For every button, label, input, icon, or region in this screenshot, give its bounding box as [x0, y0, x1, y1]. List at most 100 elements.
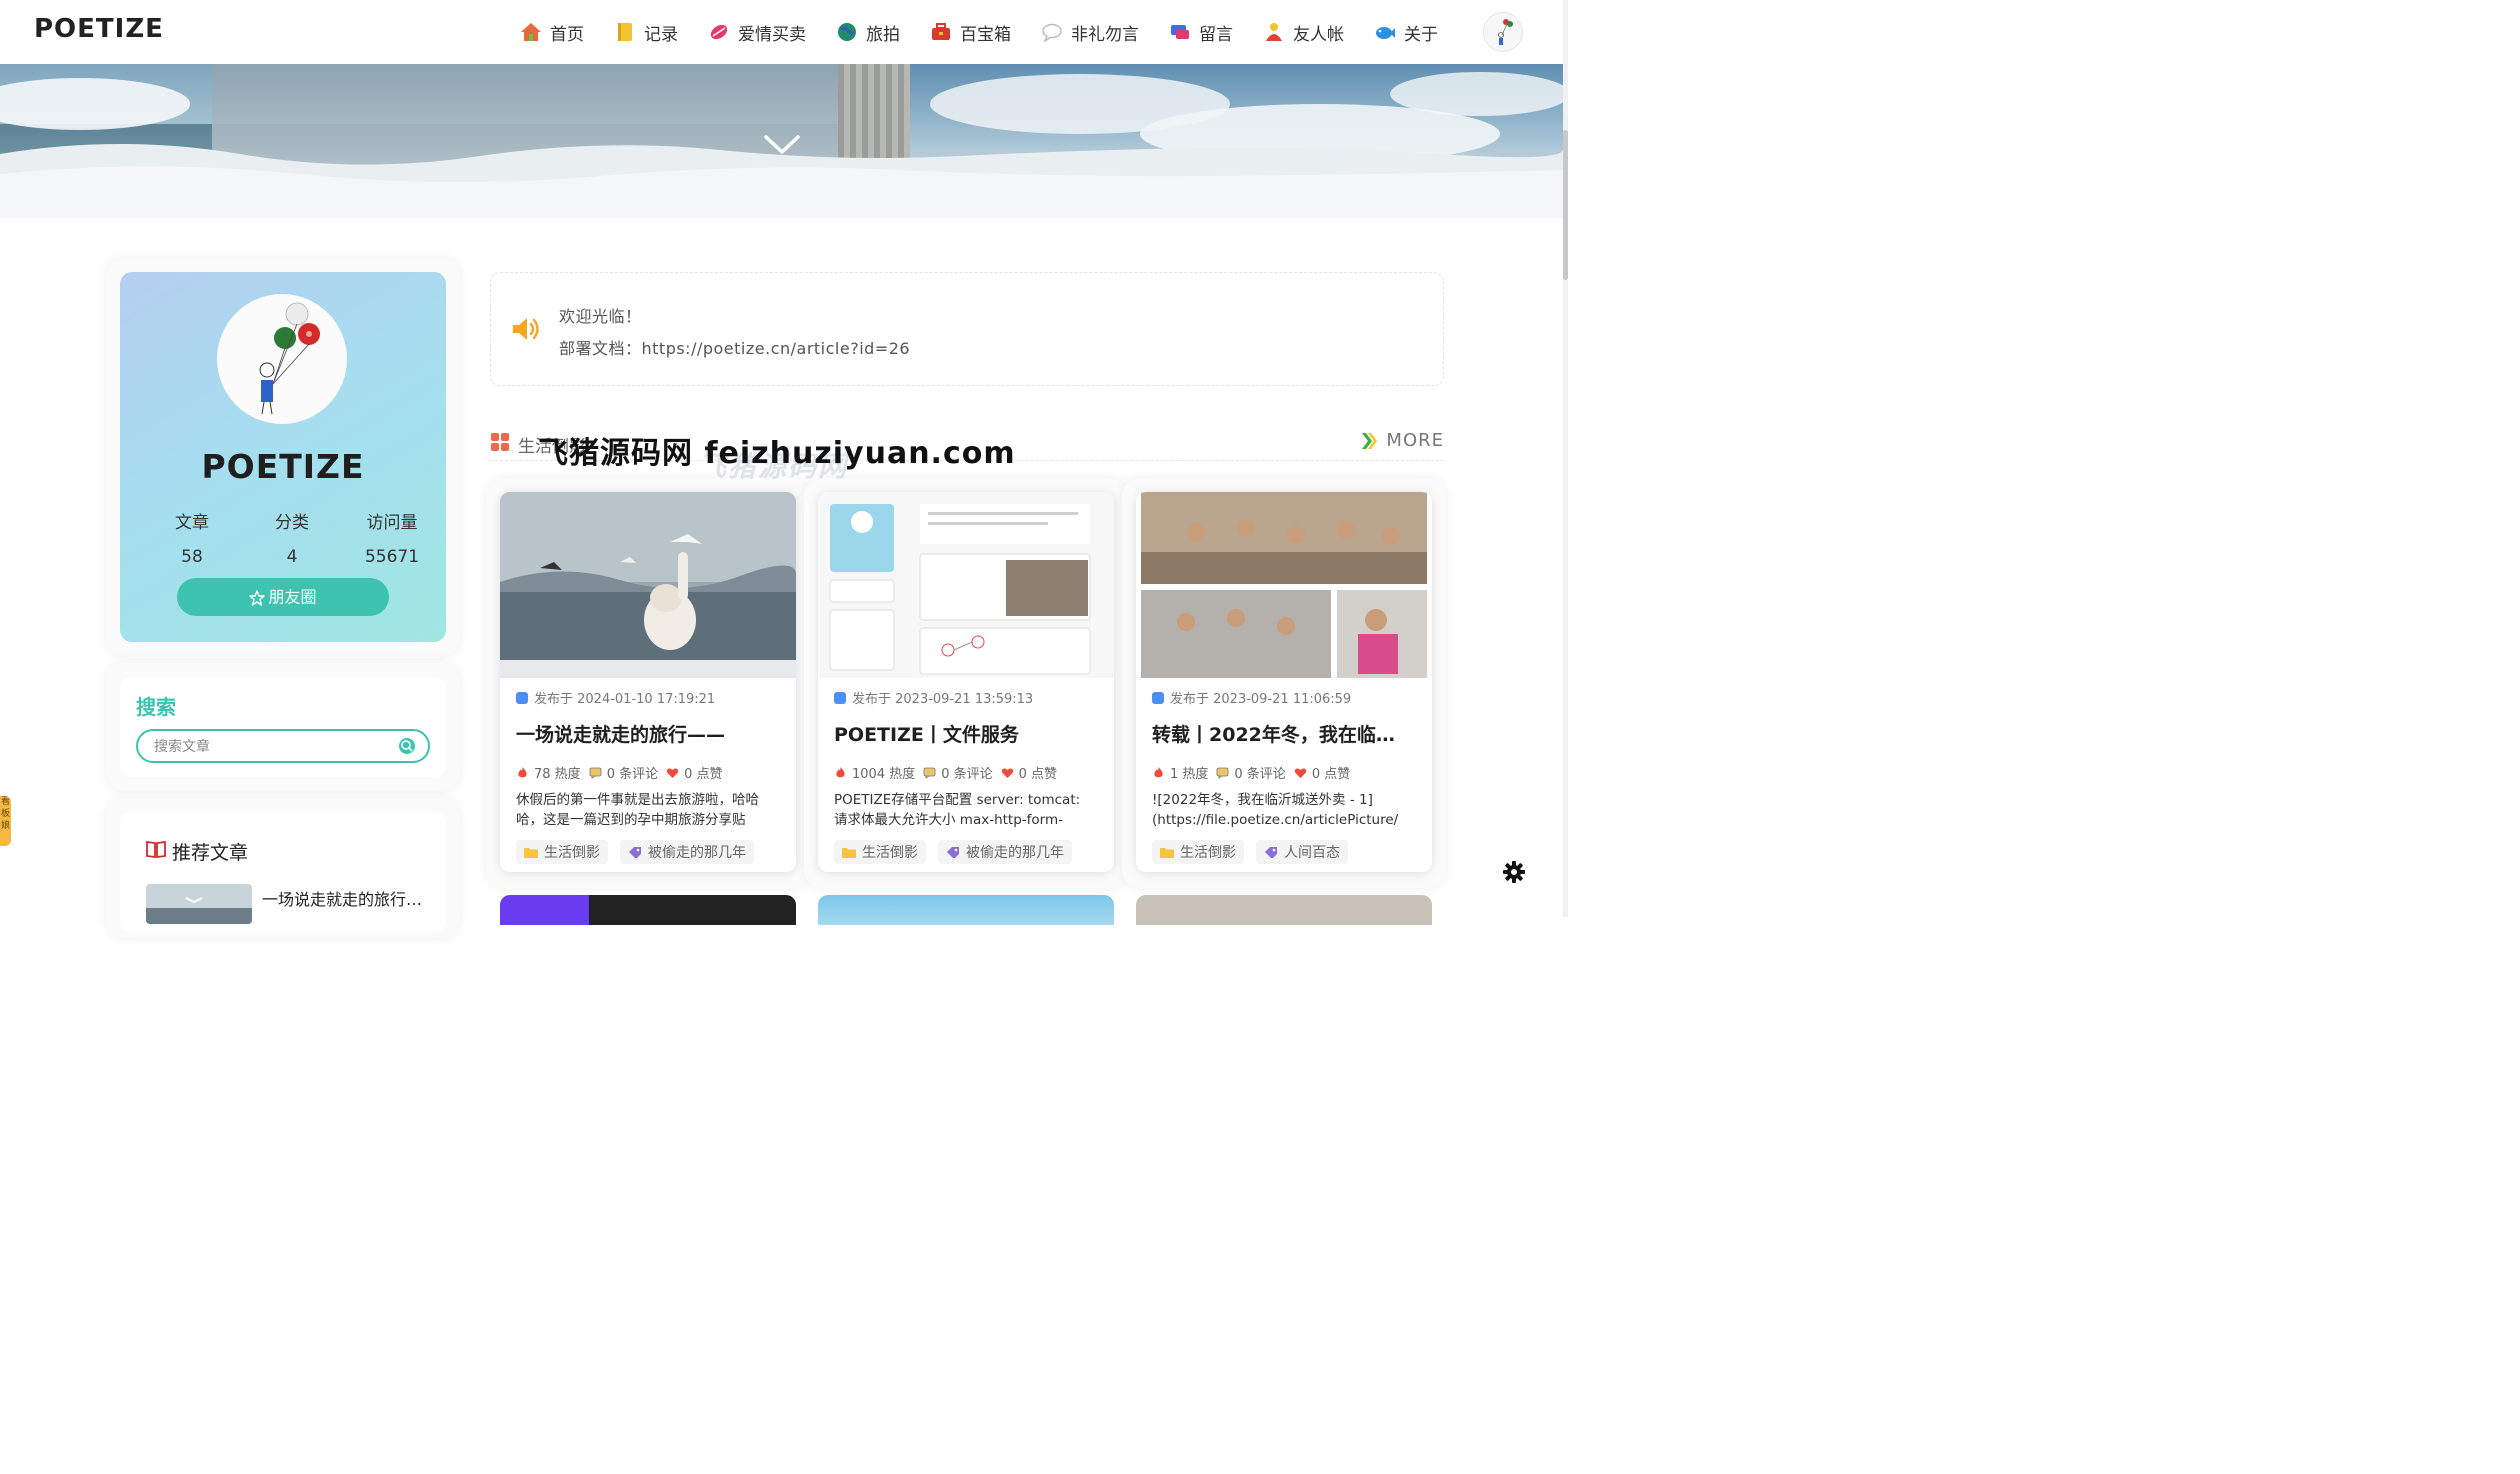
nav-item-quiet[interactable]: 非礼勿言 [1041, 20, 1139, 45]
nav-item-message[interactable]: 留言 [1169, 20, 1233, 45]
scroll-down-chevron-icon[interactable] [764, 134, 800, 156]
article-summary: 休假后的第一件事就是出去旅游啦，哈哈哈，这是一篇迟到的孕中期旅游分享贴 [516, 792, 759, 828]
article-cover[interactable] [818, 492, 1114, 678]
article-title[interactable]: POETIZE丨文件服务 [834, 720, 1084, 747]
recommend-title: 推荐文章 [172, 842, 249, 864]
folder-icon [842, 848, 856, 858]
nav-item-friends[interactable]: 友人帐 [1263, 20, 1344, 45]
label-tag[interactable]: 人间百态 [1256, 840, 1348, 864]
article-heat: 1004 热度 [852, 767, 916, 782]
article-card[interactable]: 发布于 2023-09-21 13:59:13 POETIZE丨文件服务 100… [818, 492, 1114, 872]
profile-card: POETIZE 文章 58 分类 4 访问量 55671 朋友圈 [120, 272, 446, 642]
profile-avatar[interactable] [217, 294, 347, 424]
article-summary: POETIZE存储平台配置 server: tomcat: 请求体最大允许大小 … [834, 792, 1081, 828]
article-title[interactable]: 转载丨2022年冬，我在临沂城送外卖 [1152, 720, 1402, 747]
page-scrollbar[interactable] [1563, 0, 1568, 917]
balloon-girl-illustration-icon [259, 302, 320, 415]
recommend-item-title[interactable]: 一场说走就走的旅行—— [262, 886, 432, 910]
nav-item-love[interactable]: 爱情买卖 [708, 20, 806, 45]
nav-item-records[interactable]: 记录 [614, 20, 678, 45]
lips-icon [710, 24, 728, 40]
article-heat: 78 热度 [534, 767, 581, 782]
notebook-icon [618, 23, 632, 41]
article-stats: 1 热度 0 条评论 0 点赞 [1152, 763, 1350, 782]
nav-item-home[interactable]: 首页 [520, 20, 584, 45]
stat-value: 4 [286, 547, 298, 567]
article-date-text: 发布于 2023-09-21 11:06:59 [1170, 692, 1352, 707]
article-title[interactable]: 一场说走就走的旅行—— [516, 720, 766, 747]
category-tag[interactable]: 生活倒影 [834, 840, 926, 864]
toolbox-icon [932, 23, 950, 40]
article-likes: 0 点赞 [1018, 767, 1058, 782]
article-tags: 生活倒影 被偷走的那几年 [516, 840, 766, 864]
scrollbar-thumb[interactable] [1563, 130, 1568, 280]
nav-item-travel[interactable]: 旅拍 [836, 20, 900, 45]
category-tag-label: 生活倒影 [544, 845, 600, 861]
stat-visits: 访问量 55671 [354, 508, 430, 567]
stat-label: 文章 [175, 513, 209, 533]
globe-icon [838, 23, 856, 41]
folder-icon [524, 848, 538, 858]
profile-name: POETIZE [201, 447, 365, 486]
article-card[interactable]: 发布于 2023-09-21 11:06:59 转载丨2022年冬，我在临沂城送… [1136, 492, 1432, 872]
notice-docs-link[interactable]: 部署文档：https://poetize.cn/article?id=26 [559, 335, 910, 359]
article-comments: 0 条评论 [606, 767, 659, 782]
label-tag[interactable]: 被偷走的那几年 [938, 840, 1072, 864]
speaker-icon [513, 318, 539, 340]
star-outline-icon [249, 589, 266, 606]
moments-button[interactable]: 朋友圈 [177, 578, 389, 616]
recommend-card: 推荐文章 一场说走就走的旅行—— [120, 812, 446, 932]
article-date-text: 发布于 2024-01-10 17:19:21 [534, 692, 716, 707]
nav-item-about[interactable]: 关于 [1374, 20, 1438, 45]
search-icon[interactable] [398, 737, 416, 755]
fire-icon [836, 767, 845, 778]
search-box[interactable] [136, 729, 430, 763]
fire-icon [1154, 767, 1163, 778]
settings-gear-icon[interactable] [1502, 860, 1526, 884]
next-article-cover[interactable] [1136, 895, 1432, 925]
stat-categories[interactable]: 分类 4 [254, 508, 330, 567]
top-navigation-bar: POETIZE 首页 记录 爱情买卖 旅拍 百宝箱 非礼勿言 留言 友人帐 关于 [0, 0, 1563, 64]
profile-stats: 文章 58 分类 4 访问量 55671 [154, 508, 430, 567]
article-card[interactable]: 发布于 2024-01-10 17:19:21 一场说走就走的旅行—— 78 热… [500, 492, 796, 872]
stat-articles[interactable]: 文章 58 [154, 508, 230, 567]
search-input[interactable] [152, 735, 386, 759]
poetize-screenshot-cover [818, 492, 1114, 678]
heart-icon [666, 768, 679, 778]
next-article-cover[interactable] [818, 895, 1114, 925]
moments-button-label: 朋友圈 [268, 587, 317, 607]
fish-icon [1376, 27, 1395, 39]
nav-label: 百宝箱 [960, 24, 1011, 45]
fire-icon [518, 767, 527, 778]
hero-banner [0, 64, 1563, 218]
search-card: 搜索 [120, 677, 446, 777]
nav-label: 记录 [644, 24, 678, 45]
article-date-text: 发布于 2023-09-21 13:59:13 [852, 692, 1034, 707]
article-summary: ![2022年冬，我在临沂城送外卖 - 1](https://file.poet… [1152, 792, 1399, 828]
article-cover[interactable] [500, 492, 796, 678]
article-comments: 0 条评论 [941, 767, 993, 782]
seagull-photo-thumbnail [146, 884, 252, 924]
article-cover[interactable] [1136, 492, 1432, 678]
more-link[interactable]: MORE [1360, 430, 1444, 451]
label-tag-label: 被偷走的那几年 [966, 845, 1064, 861]
heart-icon [1294, 768, 1306, 778]
calendar-icon [834, 691, 846, 704]
notice-board: 欢迎光临！ 部署文档：https://poetize.cn/article?id… [490, 272, 1444, 386]
category-tag[interactable]: 生活倒影 [516, 840, 608, 864]
next-article-cover[interactable] [500, 895, 796, 925]
seagull-travel-photo [500, 492, 796, 678]
calendar-icon [516, 691, 528, 704]
mascot-side-tab[interactable]: 看板娘 [0, 796, 11, 846]
site-logo[interactable]: POETIZE [34, 14, 164, 44]
label-tag-label: 被偷走的那几年 [648, 845, 746, 861]
user-avatar[interactable] [1483, 12, 1523, 52]
article-date: 发布于 2024-01-10 17:19:21 [516, 688, 715, 707]
comment-icon [589, 767, 602, 779]
grid-icon [491, 433, 509, 451]
label-tag[interactable]: 被偷走的那几年 [620, 840, 754, 864]
tag-icon [629, 847, 641, 858]
recommend-thumbnail[interactable] [146, 884, 252, 924]
category-tag[interactable]: 生活倒影 [1152, 840, 1244, 864]
nav-item-toolbox[interactable]: 百宝箱 [930, 20, 1011, 45]
